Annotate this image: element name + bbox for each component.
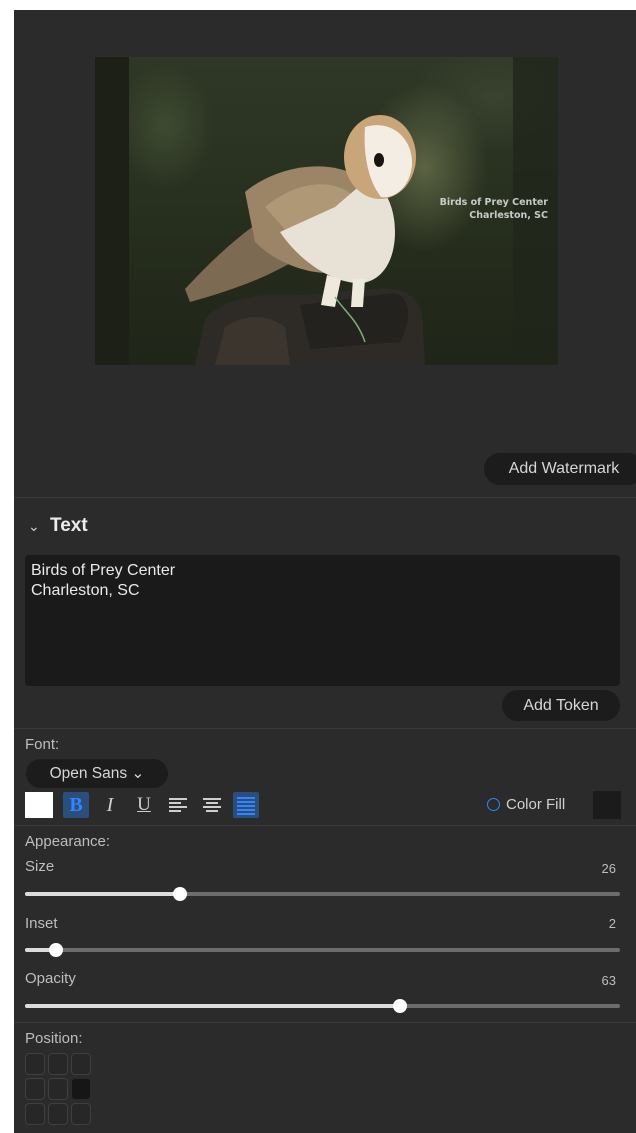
appearance-label: Appearance: — [25, 833, 111, 850]
align-right-icon — [237, 797, 255, 815]
size-label: Size — [25, 858, 55, 875]
italic-icon: I — [106, 793, 114, 816]
divider — [14, 825, 636, 826]
bold-icon: B — [69, 793, 83, 816]
inset-value: 2 — [608, 916, 616, 931]
size-slider[interactable] — [25, 887, 620, 901]
divider — [14, 497, 636, 498]
opacity-label: Opacity — [25, 970, 76, 987]
align-left-button[interactable] — [165, 792, 191, 818]
watermark-line: Charleston, SC — [469, 210, 548, 221]
slider-thumb[interactable] — [48, 943, 63, 957]
watermark-text-overlay: Birds of Prey Center Charleston, SC — [440, 196, 548, 222]
align-center-button[interactable] — [199, 792, 225, 818]
inset-slider[interactable] — [25, 943, 620, 957]
position-cell[interactable] — [25, 1103, 45, 1125]
chevron-down-icon: ⌄ — [28, 517, 40, 534]
align-center-icon — [203, 798, 221, 812]
position-cell[interactable] — [25, 1078, 45, 1100]
position-cell[interactable] — [71, 1103, 91, 1125]
divider — [14, 1022, 636, 1023]
slider-track — [25, 948, 620, 952]
position-cell[interactable] — [71, 1078, 91, 1100]
watermark-preview-image: Birds of Prey Center Charleston, SC — [95, 57, 558, 365]
fill-color-swatch[interactable] — [593, 791, 621, 819]
watermark-text-input[interactable]: Birds of Prey Center Charleston, SC — [25, 555, 620, 686]
align-left-icon — [169, 798, 187, 812]
bold-button[interactable]: B — [63, 792, 89, 818]
slider-fill — [25, 1004, 400, 1008]
watermark-panel: Birds of Prey Center Charleston, SC Add … — [14, 10, 636, 1133]
font-label: Font: — [25, 736, 60, 753]
inset-label: Inset — [25, 915, 58, 932]
underline-icon: U — [137, 794, 151, 815]
position-cell[interactable] — [71, 1053, 91, 1075]
color-fill-toggle[interactable]: Color Fill — [487, 796, 565, 813]
text-color-swatch[interactable] — [25, 792, 53, 818]
italic-button[interactable]: I — [97, 792, 123, 818]
underline-button[interactable]: U — [131, 792, 157, 818]
divider — [14, 728, 636, 729]
watermark-line: Birds of Prey Center — [439, 197, 548, 208]
align-right-button[interactable] — [233, 792, 259, 818]
position-cell[interactable] — [48, 1053, 68, 1075]
add-watermark-button[interactable]: Add Watermark — [484, 453, 636, 485]
slider-fill — [25, 892, 180, 896]
size-value: 26 — [601, 861, 616, 876]
opacity-value: 63 — [601, 973, 616, 988]
position-cell[interactable] — [25, 1053, 45, 1075]
slider-thumb[interactable] — [172, 887, 187, 901]
add-token-button[interactable]: Add Token — [502, 690, 620, 721]
position-grid — [25, 1053, 91, 1125]
position-cell[interactable] — [48, 1078, 68, 1100]
text-line: Birds of Prey Center — [31, 562, 176, 579]
text-format-toolbar: B I U — [25, 792, 267, 818]
color-fill-label: Color Fill — [506, 796, 566, 813]
section-title: Text — [50, 515, 88, 536]
position-label: Position: — [25, 1030, 83, 1047]
slider-thumb[interactable] — [392, 999, 407, 1013]
font-family-dropdown[interactable]: Open Sans ⌄ — [26, 759, 168, 788]
radio-circle-icon — [487, 798, 500, 811]
text-line: Charleston, SC — [31, 582, 140, 599]
text-section-header[interactable]: ⌄ Text — [28, 514, 88, 538]
position-cell[interactable] — [48, 1103, 68, 1125]
opacity-slider[interactable] — [25, 999, 620, 1013]
